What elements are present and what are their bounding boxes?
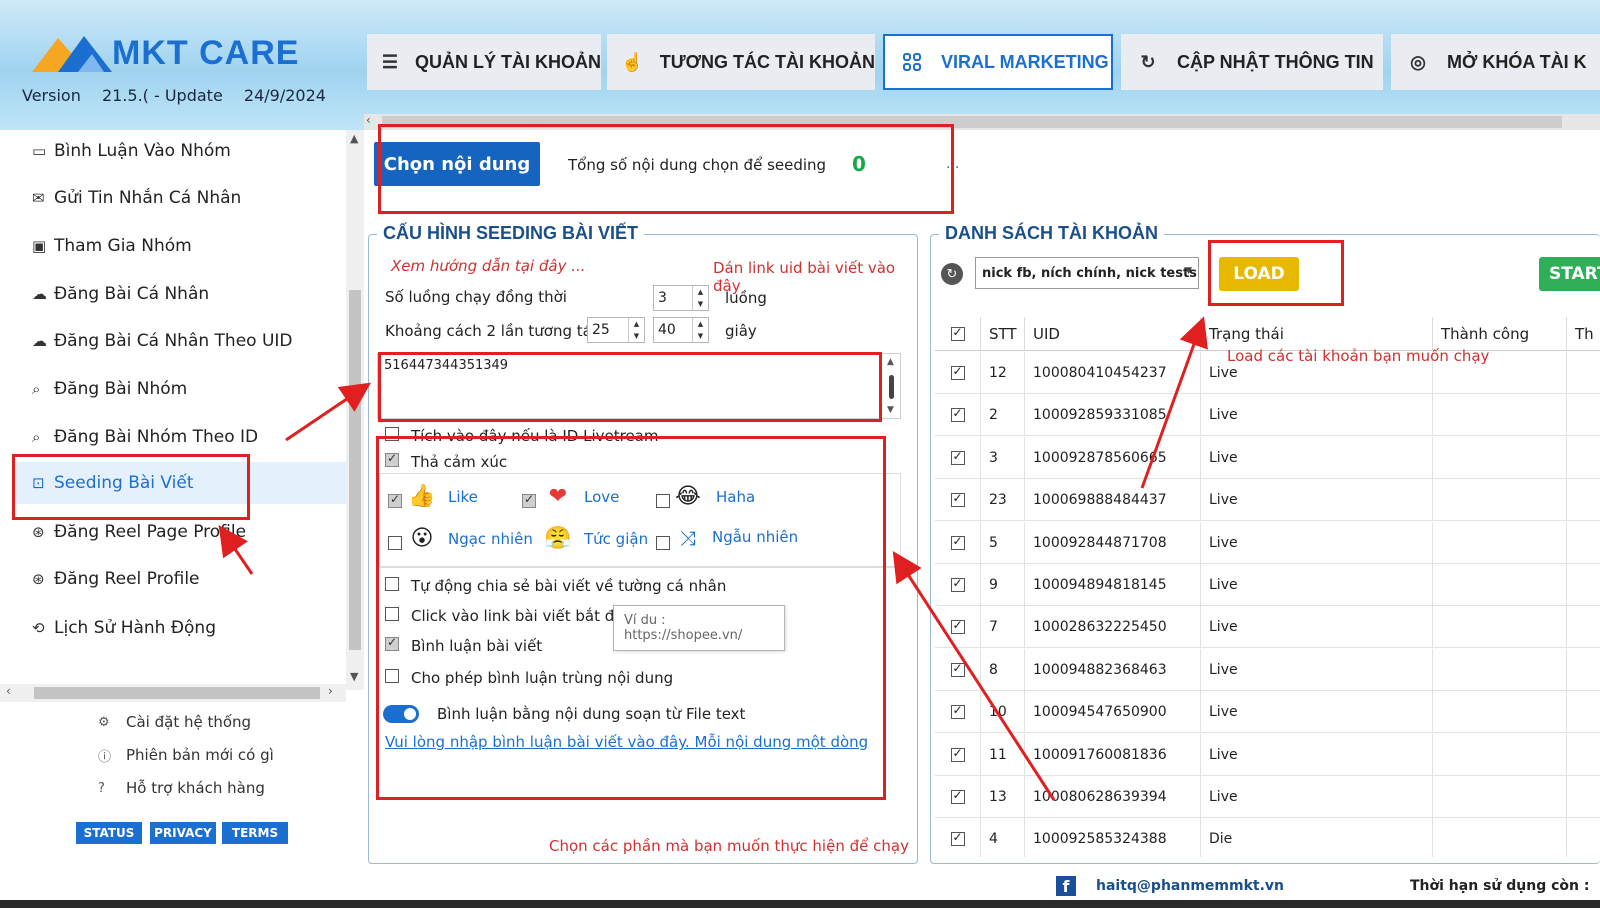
annotation-arrows xyxy=(218,316,1208,801)
taskbar-edge xyxy=(0,900,1600,908)
support-email[interactable]: haitq@phanmemmkt.vn xyxy=(1096,878,1284,894)
license-term-label: Thời hạn sử dụng còn : xyxy=(1410,878,1590,894)
arrow-to-options xyxy=(892,550,1056,801)
facebook-icon[interactable]: f xyxy=(1056,876,1076,896)
arrow-to-load xyxy=(1140,316,1208,489)
arrow-to-seeding xyxy=(218,525,254,575)
arrow-to-uid xyxy=(285,382,371,442)
